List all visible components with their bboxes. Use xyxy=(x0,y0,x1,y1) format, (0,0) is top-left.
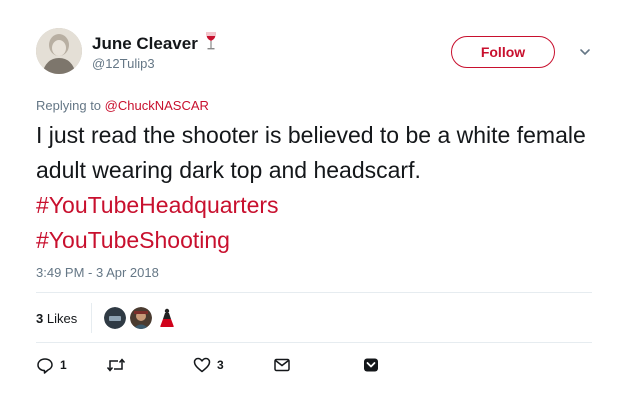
reply-count: 1 xyxy=(60,358,67,372)
direct-message-action[interactable] xyxy=(273,356,362,374)
divider xyxy=(36,342,592,343)
retweet-action[interactable] xyxy=(106,356,193,374)
liker-avatar-1[interactable] xyxy=(104,307,127,329)
hashtag-link[interactable]: #YouTubeShooting xyxy=(36,227,230,253)
tweet-activity-action[interactable] xyxy=(362,356,380,374)
wine-glass-icon xyxy=(204,31,218,56)
tweet-timestamp[interactable]: 3:49 PM - 3 Apr 2018 xyxy=(36,265,159,280)
tweet-actions: 1 3 xyxy=(36,356,380,374)
hashtag-link[interactable]: #YouTubeHeadquarters xyxy=(36,192,279,218)
tweet-text: I just read the shooter is believed to b… xyxy=(36,118,596,258)
reply-context: Replying to @ChuckNASCAR xyxy=(36,98,209,113)
author-name-row[interactable]: June Cleaver xyxy=(92,31,218,56)
heart-icon xyxy=(193,356,211,374)
reply-action[interactable]: 1 xyxy=(36,356,106,374)
pocket-icon xyxy=(362,356,380,374)
reply-prefix: Replying to xyxy=(36,98,102,113)
reply-mention-link[interactable]: @ChuckNASCAR xyxy=(105,98,209,113)
divider xyxy=(91,303,93,333)
retweet-icon xyxy=(106,356,126,374)
likes-count-link[interactable]: 3 Likes xyxy=(36,311,77,326)
like-action[interactable]: 3 xyxy=(193,356,273,374)
chevron-down-icon[interactable] xyxy=(578,45,592,59)
author-avatar[interactable] xyxy=(36,28,82,74)
like-count: 3 xyxy=(217,358,224,372)
likes-row: 3 Likes xyxy=(36,303,182,333)
envelope-icon xyxy=(273,356,291,374)
author-handle[interactable]: @12Tulip3 xyxy=(92,56,155,71)
likes-label: Likes xyxy=(46,310,78,326)
liker-avatar-2[interactable] xyxy=(130,307,153,329)
divider xyxy=(36,292,592,293)
tweet-body: I just read the shooter is believed to b… xyxy=(36,122,586,183)
author-display-name[interactable]: June Cleaver xyxy=(92,34,198,54)
follow-button[interactable]: Follow xyxy=(451,36,555,68)
reply-icon xyxy=(36,356,54,374)
likes-count: 3 xyxy=(36,310,44,326)
liker-avatar-3[interactable] xyxy=(156,307,179,329)
